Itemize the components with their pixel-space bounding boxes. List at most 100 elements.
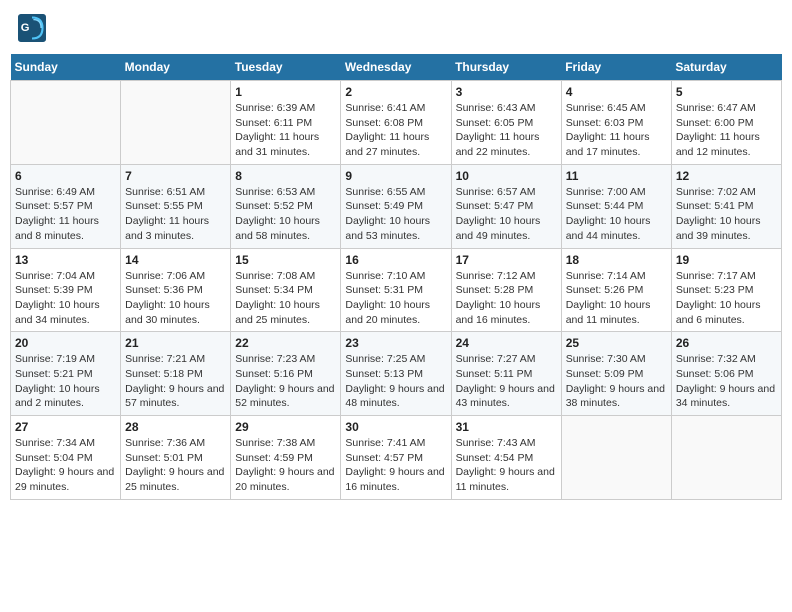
calendar-cell: 26 Sunrise: 7:32 AM Sunset: 5:06 PM Dayli… bbox=[671, 332, 781, 416]
calendar-cell: 8Sunrise: 6:53 AM Sunset: 5:52 PM Daylig… bbox=[231, 164, 341, 248]
calendar-cell: 29Sunrise: 7:38 AM Sunset: 4:59 PM Dayli… bbox=[231, 416, 341, 500]
day-number: 6 bbox=[15, 169, 116, 183]
calendar-cell: 16 Sunrise: 7:10 AM Sunset: 5:31 PM Dayli… bbox=[341, 248, 451, 332]
calendar-cell: 15 Sunrise: 7:08 AM Sunset: 5:34 PM Dayli… bbox=[231, 248, 341, 332]
day-info: Sunrise: 7:43 AM Sunset: 4:54 PM Dayligh… bbox=[456, 436, 557, 495]
day-number: 1 bbox=[235, 85, 336, 99]
day-info: Sunrise: 7:02 AM Sunset: 5:41 PM Dayligh… bbox=[676, 185, 777, 244]
day-number: 24 bbox=[456, 336, 557, 350]
svg-text:G: G bbox=[21, 22, 30, 34]
day-info: Sunrise: 6:49 AM Sunset: 5:57 PM Dayligh… bbox=[15, 185, 116, 244]
calendar-cell bbox=[561, 416, 671, 500]
calendar-cell: 25 Sunrise: 7:30 AM Sunset: 5:09 PM Dayli… bbox=[561, 332, 671, 416]
calendar-cell: 1 Sunrise: 6:39 AM Sunset: 6:11 PM Daylig… bbox=[231, 81, 341, 165]
logo: G bbox=[18, 14, 50, 42]
week-row-0: 1 Sunrise: 6:39 AM Sunset: 6:11 PM Daylig… bbox=[11, 81, 782, 165]
calendar-body: 1 Sunrise: 6:39 AM Sunset: 6:11 PM Daylig… bbox=[11, 81, 782, 500]
header-row: SundayMondayTuesdayWednesdayThursdayFrid… bbox=[11, 54, 782, 81]
day-info: Sunrise: 7:06 AM Sunset: 5:36 PM Dayligh… bbox=[125, 269, 226, 328]
calendar-cell bbox=[11, 81, 121, 165]
calendar-cell: 22Sunrise: 7:23 AM Sunset: 5:16 PM Dayli… bbox=[231, 332, 341, 416]
day-info: Sunrise: 6:39 AM Sunset: 6:11 PM Dayligh… bbox=[235, 101, 336, 160]
calendar-header: SundayMondayTuesdayWednesdayThursdayFrid… bbox=[11, 54, 782, 81]
day-number: 29 bbox=[235, 420, 336, 434]
day-number: 31 bbox=[456, 420, 557, 434]
day-number: 27 bbox=[15, 420, 116, 434]
day-info: Sunrise: 7:36 AM Sunset: 5:01 PM Dayligh… bbox=[125, 436, 226, 495]
day-number: 18 bbox=[566, 253, 667, 267]
day-number: 9 bbox=[345, 169, 446, 183]
day-info: Sunrise: 7:32 AM Sunset: 5:06 PM Dayligh… bbox=[676, 352, 777, 411]
day-info: Sunrise: 6:45 AM Sunset: 6:03 PM Dayligh… bbox=[566, 101, 667, 160]
calendar-cell: 13Sunrise: 7:04 AM Sunset: 5:39 PM Dayli… bbox=[11, 248, 121, 332]
day-number: 25 bbox=[566, 336, 667, 350]
day-info: Sunrise: 6:41 AM Sunset: 6:08 PM Dayligh… bbox=[345, 101, 446, 160]
day-number: 12 bbox=[676, 169, 777, 183]
calendar-cell bbox=[671, 416, 781, 500]
day-info: Sunrise: 7:00 AM Sunset: 5:44 PM Dayligh… bbox=[566, 185, 667, 244]
day-info: Sunrise: 7:12 AM Sunset: 5:28 PM Dayligh… bbox=[456, 269, 557, 328]
calendar-cell: 5 Sunrise: 6:47 AM Sunset: 6:00 PM Daylig… bbox=[671, 81, 781, 165]
day-header-thursday: Thursday bbox=[451, 54, 561, 81]
calendar-cell: 14Sunrise: 7:06 AM Sunset: 5:36 PM Dayli… bbox=[121, 248, 231, 332]
calendar-cell: 4 Sunrise: 6:45 AM Sunset: 6:03 PM Daylig… bbox=[561, 81, 671, 165]
calendar-cell: 28 Sunrise: 7:36 AM Sunset: 5:01 PM Dayli… bbox=[121, 416, 231, 500]
day-info: Sunrise: 7:41 AM Sunset: 4:57 PM Dayligh… bbox=[345, 436, 446, 495]
day-number: 21 bbox=[125, 336, 226, 350]
day-info: Sunrise: 7:08 AM Sunset: 5:34 PM Dayligh… bbox=[235, 269, 336, 328]
day-number: 26 bbox=[676, 336, 777, 350]
day-number: 16 bbox=[345, 253, 446, 267]
day-number: 2 bbox=[345, 85, 446, 99]
page-header: G bbox=[10, 10, 782, 46]
calendar-cell: 30 Sunrise: 7:41 AM Sunset: 4:57 PM Dayli… bbox=[341, 416, 451, 500]
calendar-cell: 6 Sunrise: 6:49 AM Sunset: 5:57 PM Daylig… bbox=[11, 164, 121, 248]
day-info: Sunrise: 7:10 AM Sunset: 5:31 PM Dayligh… bbox=[345, 269, 446, 328]
week-row-2: 13Sunrise: 7:04 AM Sunset: 5:39 PM Dayli… bbox=[11, 248, 782, 332]
day-info: Sunrise: 6:57 AM Sunset: 5:47 PM Dayligh… bbox=[456, 185, 557, 244]
calendar-cell: 21 Sunrise: 7:21 AM Sunset: 5:18 PM Dayli… bbox=[121, 332, 231, 416]
day-info: Sunrise: 7:34 AM Sunset: 5:04 PM Dayligh… bbox=[15, 436, 116, 495]
day-number: 17 bbox=[456, 253, 557, 267]
day-info: Sunrise: 7:25 AM Sunset: 5:13 PM Dayligh… bbox=[345, 352, 446, 411]
day-header-wednesday: Wednesday bbox=[341, 54, 451, 81]
day-number: 11 bbox=[566, 169, 667, 183]
week-row-1: 6 Sunrise: 6:49 AM Sunset: 5:57 PM Daylig… bbox=[11, 164, 782, 248]
calendar-cell: 19Sunrise: 7:17 AM Sunset: 5:23 PM Dayli… bbox=[671, 248, 781, 332]
day-info: Sunrise: 6:43 AM Sunset: 6:05 PM Dayligh… bbox=[456, 101, 557, 160]
day-number: 23 bbox=[345, 336, 446, 350]
day-number: 30 bbox=[345, 420, 446, 434]
week-row-4: 27 Sunrise: 7:34 AM Sunset: 5:04 PM Dayli… bbox=[11, 416, 782, 500]
day-number: 19 bbox=[676, 253, 777, 267]
calendar-cell: 12 Sunrise: 7:02 AM Sunset: 5:41 PM Dayli… bbox=[671, 164, 781, 248]
day-info: Sunrise: 6:53 AM Sunset: 5:52 PM Dayligh… bbox=[235, 185, 336, 244]
day-number: 15 bbox=[235, 253, 336, 267]
calendar-cell: 10 Sunrise: 6:57 AM Sunset: 5:47 PM Dayli… bbox=[451, 164, 561, 248]
calendar: SundayMondayTuesdayWednesdayThursdayFrid… bbox=[10, 54, 782, 500]
day-number: 28 bbox=[125, 420, 226, 434]
calendar-cell: 17 Sunrise: 7:12 AM Sunset: 5:28 PM Dayli… bbox=[451, 248, 561, 332]
day-info: Sunrise: 7:19 AM Sunset: 5:21 PM Dayligh… bbox=[15, 352, 116, 411]
day-header-saturday: Saturday bbox=[671, 54, 781, 81]
day-info: Sunrise: 7:21 AM Sunset: 5:18 PM Dayligh… bbox=[125, 352, 226, 411]
day-number: 5 bbox=[676, 85, 777, 99]
calendar-cell: 27 Sunrise: 7:34 AM Sunset: 5:04 PM Dayli… bbox=[11, 416, 121, 500]
day-number: 13 bbox=[15, 253, 116, 267]
day-info: Sunrise: 7:30 AM Sunset: 5:09 PM Dayligh… bbox=[566, 352, 667, 411]
day-info: Sunrise: 6:55 AM Sunset: 5:49 PM Dayligh… bbox=[345, 185, 446, 244]
calendar-cell: 20 Sunrise: 7:19 AM Sunset: 5:21 PM Dayli… bbox=[11, 332, 121, 416]
day-number: 4 bbox=[566, 85, 667, 99]
calendar-cell: 11 Sunrise: 7:00 AM Sunset: 5:44 PM Dayli… bbox=[561, 164, 671, 248]
day-number: 3 bbox=[456, 85, 557, 99]
calendar-cell: 24 Sunrise: 7:27 AM Sunset: 5:11 PM Dayli… bbox=[451, 332, 561, 416]
week-row-3: 20 Sunrise: 7:19 AM Sunset: 5:21 PM Dayli… bbox=[11, 332, 782, 416]
day-info: Sunrise: 6:47 AM Sunset: 6:00 PM Dayligh… bbox=[676, 101, 777, 160]
calendar-cell: 23 Sunrise: 7:25 AM Sunset: 5:13 PM Dayli… bbox=[341, 332, 451, 416]
day-header-friday: Friday bbox=[561, 54, 671, 81]
calendar-cell: 3 Sunrise: 6:43 AM Sunset: 6:05 PM Daylig… bbox=[451, 81, 561, 165]
day-number: 10 bbox=[456, 169, 557, 183]
day-info: Sunrise: 7:27 AM Sunset: 5:11 PM Dayligh… bbox=[456, 352, 557, 411]
calendar-cell: 31 Sunrise: 7:43 AM Sunset: 4:54 PM Dayli… bbox=[451, 416, 561, 500]
day-number: 20 bbox=[15, 336, 116, 350]
day-info: Sunrise: 7:14 AM Sunset: 5:26 PM Dayligh… bbox=[566, 269, 667, 328]
logo-icon: G bbox=[18, 14, 46, 42]
